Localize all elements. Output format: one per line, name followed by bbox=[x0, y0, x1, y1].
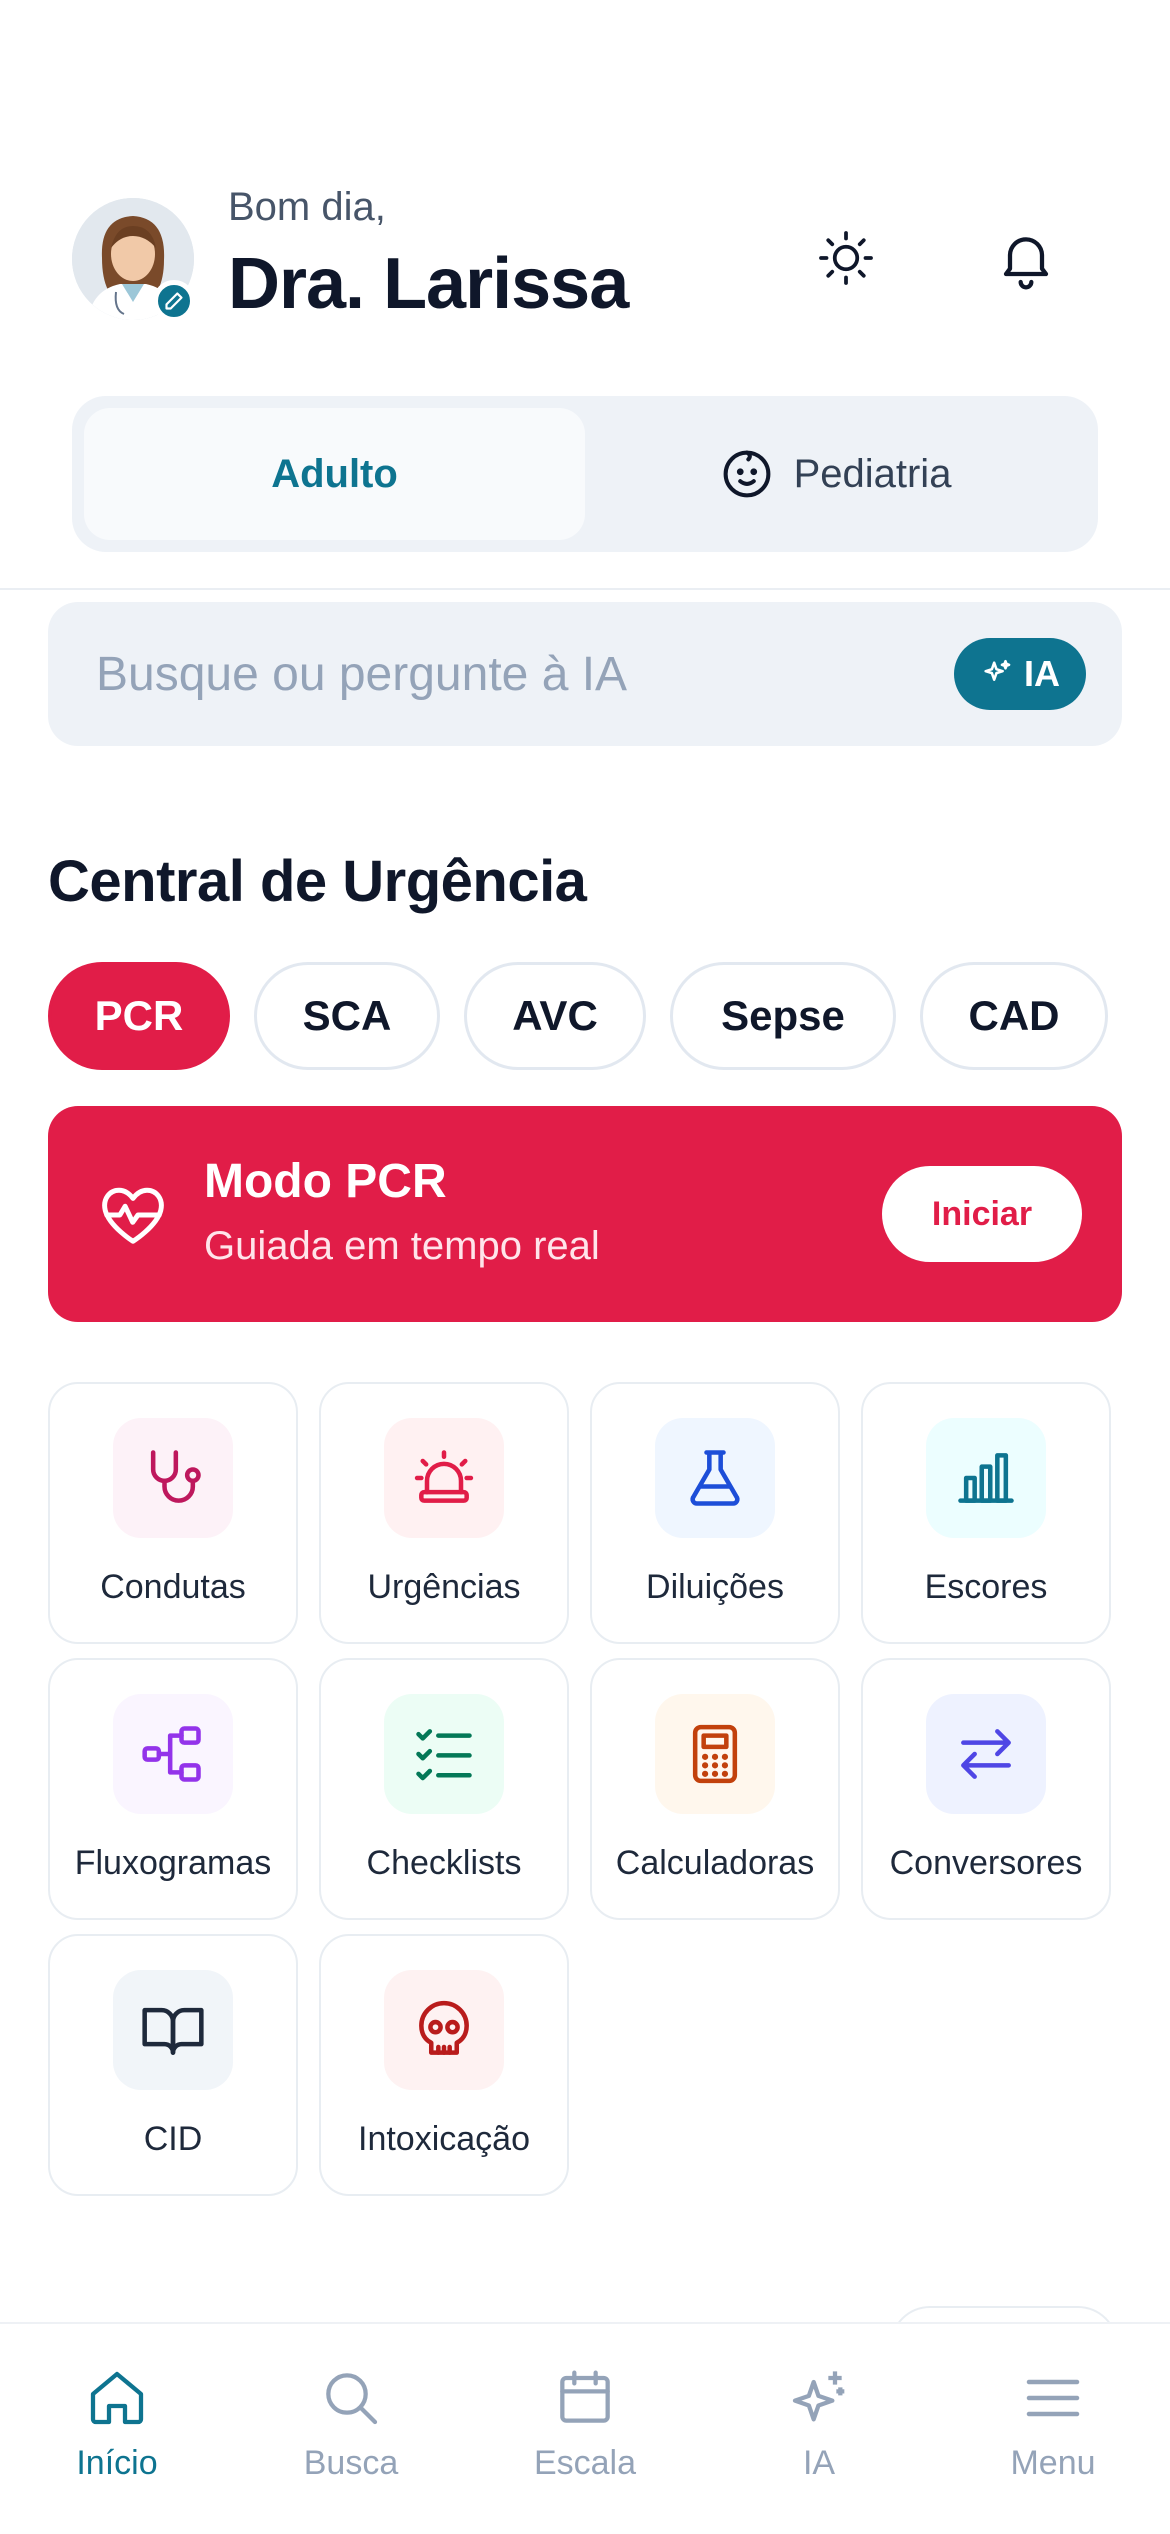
tool-urgencias[interactable]: Urgências bbox=[319, 1382, 569, 1644]
skull-icon bbox=[384, 1970, 504, 2090]
bottom-nav: Início Busca Escala IA Menu bbox=[0, 2322, 1170, 2534]
chip-sepse[interactable]: Sepse bbox=[670, 962, 896, 1070]
sparkles-icon bbox=[984, 659, 1011, 681]
theme-toggle-button[interactable] bbox=[806, 218, 886, 298]
section-title: Central de Urgência bbox=[48, 849, 587, 914]
sparkles-icon bbox=[792, 2371, 845, 2422]
tool-fluxogramas[interactable]: Fluxogramas bbox=[48, 1658, 298, 1920]
bell-icon bbox=[1003, 237, 1049, 290]
tool-conversores[interactable]: Conversores bbox=[861, 1658, 1111, 1920]
pcr-mode-banner[interactable]: Modo PCR Guiada em tempo real Iniciar bbox=[48, 1106, 1122, 1322]
search-bar[interactable]: Busque ou pergunte à IA IA bbox=[48, 602, 1122, 746]
tool-condutas[interactable]: Condutas bbox=[48, 1382, 298, 1644]
tool-label: Diluições bbox=[646, 1568, 784, 1606]
nav-inicio[interactable]: Início bbox=[0, 2324, 234, 2534]
tab-pediatria[interactable]: Pediatria bbox=[585, 408, 1086, 540]
tool-label: Fluxogramas bbox=[74, 1844, 272, 1882]
tool-diluicoes[interactable]: Diluições bbox=[590, 1382, 840, 1644]
tool-intoxicacao[interactable]: Intoxicação bbox=[319, 1934, 569, 2196]
ia-label: IA bbox=[1024, 653, 1060, 694]
tab-adulto[interactable]: Adulto bbox=[84, 408, 585, 540]
calculator-icon bbox=[655, 1694, 775, 1814]
greeting: Bom dia, bbox=[228, 185, 386, 229]
tool-label: Urgências bbox=[367, 1568, 521, 1606]
tool-label: CID bbox=[143, 2120, 203, 2158]
search-input[interactable]: Busque ou pergunte à IA bbox=[96, 647, 954, 702]
tab-adulto-label: Adulto bbox=[271, 451, 398, 496]
stethoscope-icon bbox=[113, 1418, 233, 1538]
tool-escores[interactable]: Escores bbox=[861, 1382, 1111, 1644]
home-icon bbox=[90, 2371, 144, 2425]
protocol-chips: PCR SCA AVC Sepse CAD bbox=[48, 962, 1108, 1070]
baby-face-icon bbox=[723, 450, 770, 498]
menu-icon bbox=[1026, 2379, 1080, 2417]
checklist-icon bbox=[384, 1694, 504, 1814]
nav-escala[interactable]: Escala bbox=[468, 2324, 702, 2534]
workflow-icon bbox=[113, 1694, 233, 1814]
nav-busca[interactable]: Busca bbox=[234, 2324, 468, 2534]
age-group-segment: Adulto Pediatria bbox=[72, 396, 1098, 552]
ia-button[interactable]: IA bbox=[954, 638, 1086, 710]
tool-label: Intoxicação bbox=[358, 2120, 530, 2158]
nav-menu[interactable]: Menu bbox=[936, 2324, 1170, 2534]
chip-pcr[interactable]: PCR bbox=[48, 962, 230, 1070]
tool-label: Escores bbox=[924, 1568, 1048, 1606]
chip-sca[interactable]: SCA bbox=[254, 962, 440, 1070]
tool-label: Calculadoras bbox=[615, 1844, 815, 1882]
nav-label: IA bbox=[802, 2444, 836, 2482]
user-name: Dra. Larissa bbox=[228, 244, 629, 324]
sun-icon bbox=[819, 231, 873, 285]
chip-avc[interactable]: AVC bbox=[464, 962, 646, 1070]
book-icon bbox=[113, 1970, 233, 2090]
search-icon bbox=[326, 2373, 378, 2425]
tool-label: Conversores bbox=[889, 1844, 1083, 1882]
edit-avatar-button[interactable] bbox=[153, 280, 195, 322]
tool-cid[interactable]: CID bbox=[48, 1934, 298, 2196]
tool-checklists[interactable]: Checklists bbox=[319, 1658, 569, 1920]
banner-subtitle: Guiada em tempo real bbox=[204, 1224, 600, 1268]
calendar-icon bbox=[560, 2370, 610, 2423]
nav-label: Escala bbox=[533, 2444, 637, 2482]
notifications-button[interactable] bbox=[986, 218, 1066, 298]
bar-chart-icon bbox=[926, 1418, 1046, 1538]
chip-cad[interactable]: CAD bbox=[920, 962, 1108, 1070]
pencil-icon bbox=[165, 292, 183, 310]
flask-icon bbox=[655, 1418, 775, 1538]
nav-label: Menu bbox=[1010, 2444, 1096, 2482]
heart-pulse-icon bbox=[102, 1187, 164, 1244]
divider bbox=[0, 588, 1170, 590]
siren-icon bbox=[384, 1418, 504, 1538]
nav-label: Busca bbox=[303, 2444, 399, 2482]
tool-calculadoras[interactable]: Calculadoras bbox=[590, 1658, 840, 1920]
nav-ia[interactable]: IA bbox=[702, 2324, 936, 2534]
swap-icon bbox=[926, 1694, 1046, 1814]
tab-pediatria-label: Pediatria bbox=[793, 451, 952, 496]
nav-label: Início bbox=[76, 2444, 158, 2482]
start-pcr-button[interactable]: Iniciar bbox=[882, 1166, 1082, 1262]
banner-title: Modo PCR bbox=[204, 1155, 447, 1208]
tool-label: Condutas bbox=[100, 1568, 246, 1606]
tool-label: Checklists bbox=[366, 1844, 522, 1882]
